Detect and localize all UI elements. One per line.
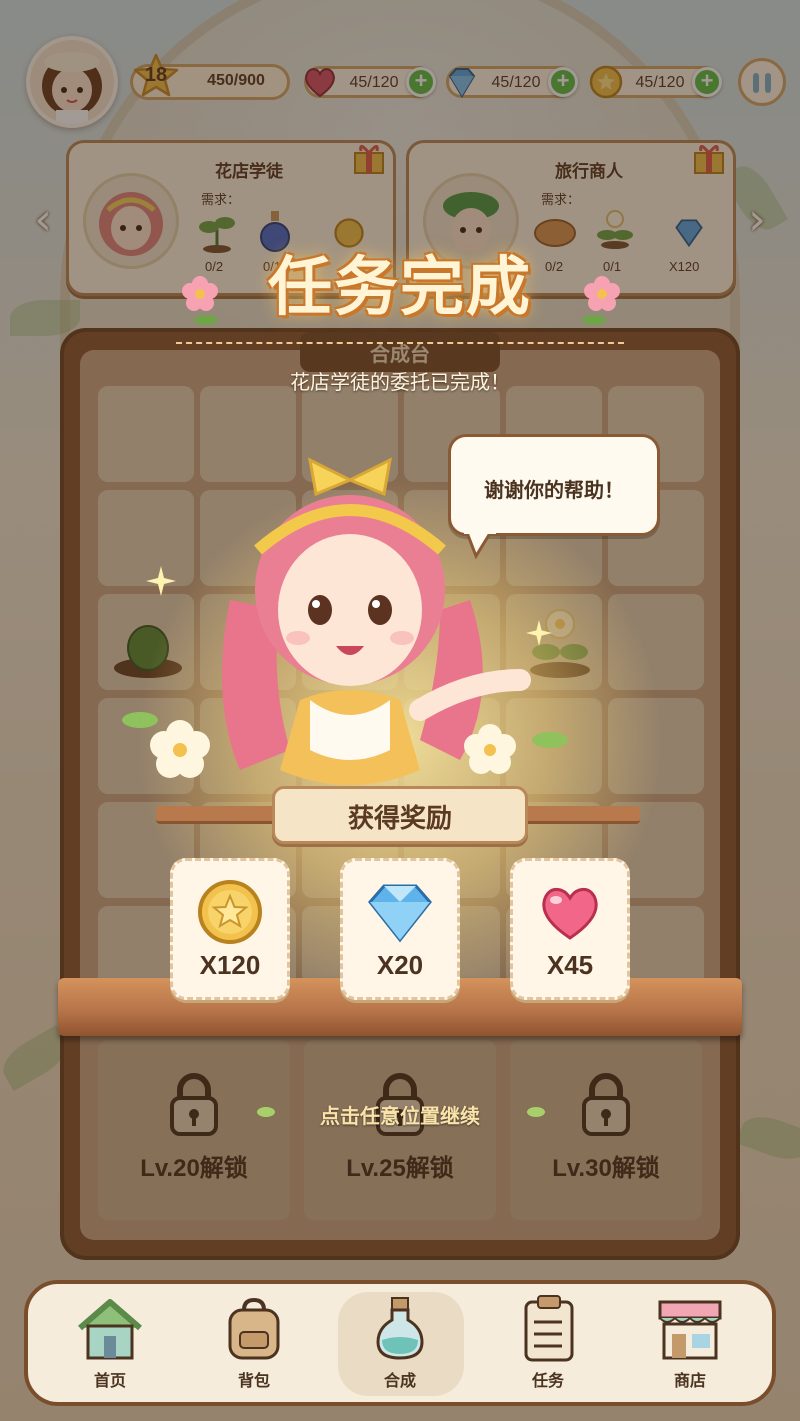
diamond-icon (368, 884, 432, 943)
reward-amount: X120 (199, 950, 261, 980)
shop-icon (658, 1300, 722, 1360)
reward-title: 获得奖励 (347, 804, 452, 834)
flower-decoration-icon (582, 276, 620, 325)
sparkle-icon (526, 620, 552, 646)
flower-bouquet-icon (464, 724, 568, 774)
backpack-icon (228, 1297, 280, 1360)
coin-icon (198, 880, 262, 944)
flower-decoration-icon (182, 276, 218, 325)
reward-amount: X45 (546, 950, 594, 980)
sparkle-icon (146, 566, 176, 596)
flower-bouquet-icon (122, 712, 210, 778)
quest-complete-title: 任务完成 (268, 251, 532, 325)
leaf-icon (527, 1107, 545, 1117)
nav-label: 首页 (93, 1371, 126, 1390)
reward-amount: X20 (376, 950, 424, 980)
title-divider (176, 342, 624, 344)
home-icon (78, 1299, 142, 1360)
nav-label: 合成 (383, 1371, 416, 1390)
speech-bubble-tail (464, 530, 496, 560)
potion-flask-icon (376, 1297, 424, 1360)
leaf-icon (257, 1107, 275, 1117)
quest-complete-message: 花店学徒的委托已完成！ (290, 370, 510, 394)
nav-label: 背包 (237, 1371, 270, 1390)
nav-label: 商店 (673, 1371, 706, 1390)
heart-icon (542, 888, 598, 940)
speech-text: 谢谢你的帮助！ (484, 478, 624, 502)
clipboard-icon (524, 1295, 574, 1362)
nav-label: 任务 (531, 1371, 564, 1390)
